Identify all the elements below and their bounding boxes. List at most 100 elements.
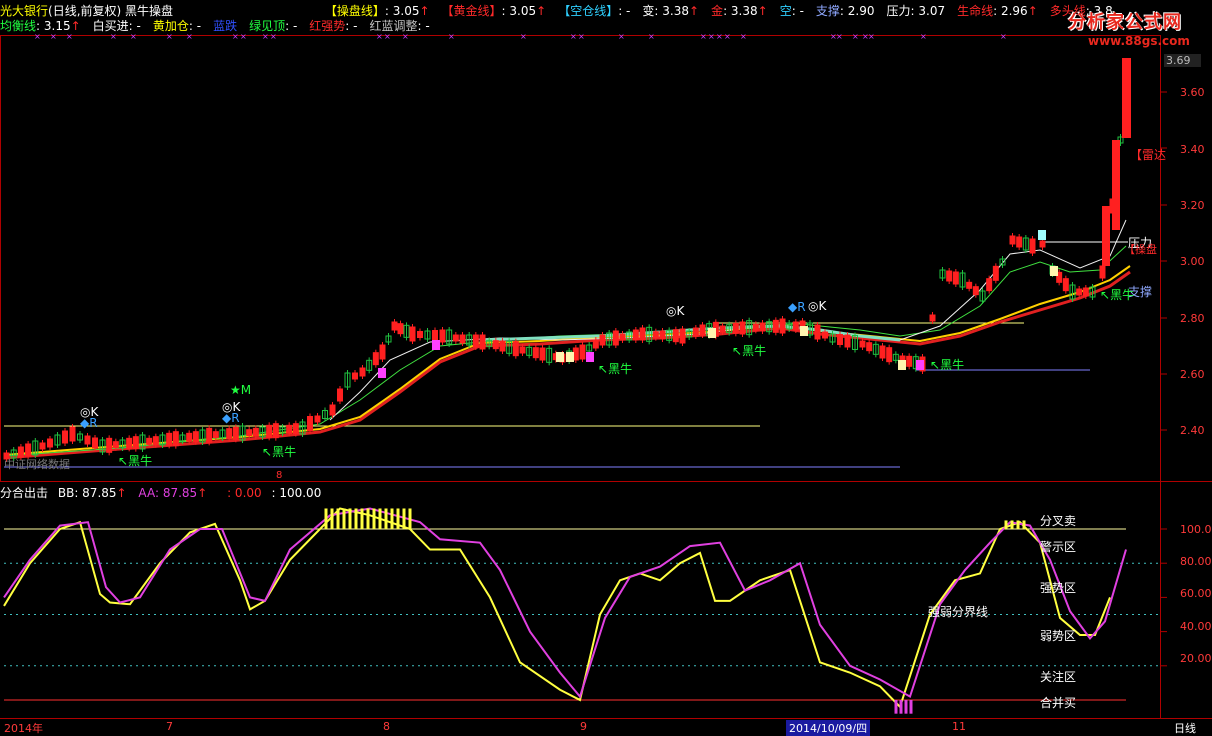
heiniu-signal: ↖黑牛 xyxy=(262,445,297,459)
candle-body xyxy=(792,321,799,331)
heiniu-signal: ↖黑牛 xyxy=(598,362,633,376)
candle-body xyxy=(1112,140,1120,230)
indicator-row1-item-arrow: ↑ xyxy=(757,4,768,18)
c-value: : 0.00 xyxy=(227,486,262,500)
price-tick: 3.40 xyxy=(1180,143,1205,156)
indicator-row1-item-label: 【黄金线】 xyxy=(441,4,502,18)
candle-body xyxy=(146,437,153,445)
candle-body xyxy=(391,321,398,331)
indicator-row2-item: 绿见顶: - xyxy=(249,19,297,33)
indicator-row1-item-arrow: ↑ xyxy=(419,4,430,18)
indicator-row2-item: 蓝跌 xyxy=(213,19,237,33)
signal-x-marker: × xyxy=(836,32,843,41)
indicator-row1-item: 空: - xyxy=(780,4,804,18)
candle-body xyxy=(639,327,646,341)
candle-body xyxy=(859,340,866,348)
bb-label: BB xyxy=(57,486,75,500)
highlight-candle xyxy=(566,352,574,362)
candle-body xyxy=(659,330,666,340)
indicator-row1-item-arrow: ↑ xyxy=(688,4,700,18)
indicator-row2-item-value: : 3.15 xyxy=(36,19,71,33)
indicator-row1-item-value: : 3.38 xyxy=(654,4,689,18)
signal-x-marker: × xyxy=(740,32,747,41)
candle-body xyxy=(1099,265,1106,279)
osc-tick: 20.00 xyxy=(1180,652,1212,665)
candle-body xyxy=(226,428,233,440)
period-tab[interactable]: 日线 xyxy=(1174,720,1196,736)
bb-arrow: ↑ xyxy=(116,486,127,500)
radar-label: 【雷达 xyxy=(1130,148,1167,162)
indicator-row1-item-label: 【空仓线】 xyxy=(558,4,619,18)
stock-name[interactable]: 光大银行 xyxy=(0,4,48,18)
indicator-row2-item-label: 黄加仓 xyxy=(152,19,189,33)
indicator-row2-item-label: 红强势 xyxy=(309,19,346,33)
indicator-row1-item-label: 【操盘线】 xyxy=(324,4,385,18)
indicator-row2-item-arrow: ↑ xyxy=(70,19,81,33)
signal-x-marker: × xyxy=(716,32,723,41)
signal-x-marker: × xyxy=(920,32,927,41)
zone-weak: 弱势区 xyxy=(1040,629,1077,643)
oscillator-header: 分合出击 BB: 87.85↑ AA: 87.85↑ : 0.00 : 100.… xyxy=(0,484,321,501)
indicator-row1-item: 生命线: 2.96↑ xyxy=(957,4,1038,18)
indicator-row2-item: 白买进: - xyxy=(93,19,141,33)
candle-body xyxy=(929,314,936,322)
candle-body xyxy=(612,330,619,346)
date-tick: 9 xyxy=(580,720,587,733)
price-tick: 2.40 xyxy=(1180,424,1205,437)
zone-strong: 强势区 xyxy=(1040,581,1077,595)
candle-body xyxy=(126,437,133,449)
watermark-text: 中证网络数据 xyxy=(4,458,70,471)
candle-body xyxy=(844,334,851,348)
candle-body xyxy=(632,329,639,341)
indicator-header-row-1: 光大银行(日线,前复权) 黑牛操盘 【操盘线】: 3.05↑ 【黄金线】: 3.0… xyxy=(0,2,1125,18)
indicator-row2-item-value: : - xyxy=(345,19,358,33)
indicator-row1-item-arrow: ↑ xyxy=(536,4,547,18)
zone-divider: 强弱分界线 xyxy=(928,605,989,619)
indicator-row2-item: 红强势: - xyxy=(309,19,357,33)
signal-x-marker: × xyxy=(166,32,173,41)
candle-body xyxy=(132,436,139,450)
candle-body xyxy=(519,346,526,354)
candle-body xyxy=(397,323,404,335)
highlight-candle xyxy=(1050,266,1058,276)
highlight-candle xyxy=(378,368,386,378)
r-signal-mark: ◆R xyxy=(222,411,240,425)
candle-body xyxy=(172,431,179,447)
candle-body xyxy=(186,432,193,442)
candle-body xyxy=(1039,240,1046,248)
heiniu-label: 黑牛 xyxy=(128,454,153,468)
candle-body xyxy=(112,441,119,449)
candle-body xyxy=(452,334,459,342)
candle-body xyxy=(499,340,506,352)
candle-body xyxy=(307,416,313,431)
candle-body xyxy=(1082,287,1089,297)
candle-body xyxy=(372,352,379,366)
candle-body xyxy=(679,328,686,344)
candle-body xyxy=(672,329,679,343)
zone-merge-buy: 合并买 xyxy=(1040,696,1077,710)
indicator-row2-item: 黄加仓: - xyxy=(153,19,201,33)
indicator-row2-item-label: 白买进 xyxy=(92,19,129,33)
indicator-row1-item-value: : 3.05 xyxy=(501,4,537,18)
candle-body xyxy=(719,325,726,333)
indicator-row1-item-arrow: ↑ xyxy=(1027,4,1038,18)
indicator-row1-item: 支撑: 2.90 xyxy=(816,4,875,18)
heiniu-label: 黑牛 xyxy=(742,344,767,358)
indicator-row2-item-label: 均衡线 xyxy=(0,19,37,33)
site-logo-url: www.88gs.com xyxy=(1088,34,1190,48)
candle-body xyxy=(314,415,321,423)
indicator-values-row-1: 【操盘线】: 3.05↑ 【黄金线】: 3.05↑ 【空仓线】: - 变: 3.38↑… xyxy=(325,4,1125,18)
highlight-candle xyxy=(800,326,808,336)
indicator-row2-item-value: : - xyxy=(285,19,298,33)
candle-body xyxy=(206,427,213,443)
aa-arrow: ↑ xyxy=(197,486,208,500)
candle-body xyxy=(329,404,336,416)
signal-x-marker: × xyxy=(570,32,577,41)
candle-body xyxy=(292,423,299,435)
zone-watch: 关注区 xyxy=(1040,670,1077,684)
candle-body xyxy=(106,437,113,453)
candle-body xyxy=(532,347,539,359)
zone-warning: 警示区 xyxy=(1040,540,1077,554)
candle-body xyxy=(286,424,293,434)
heiniu-signal: ↖黑牛 xyxy=(930,358,965,372)
